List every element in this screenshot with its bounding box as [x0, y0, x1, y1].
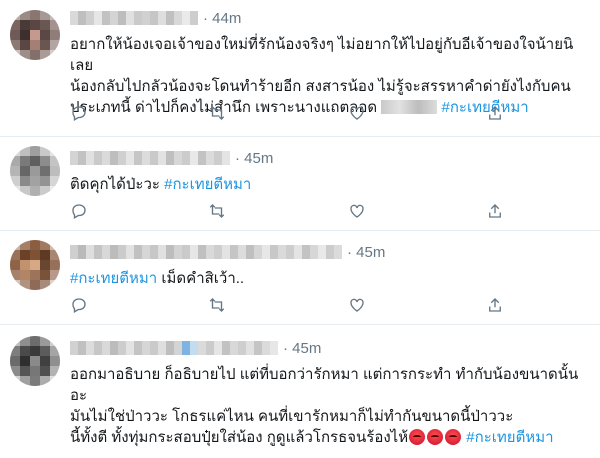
tweet-header: · 44m: [70, 8, 241, 28]
like-icon: [350, 298, 364, 312]
username-blurred[interactable]: [70, 11, 198, 25]
retweet-icon: [209, 106, 225, 120]
avatar-pixelated: [10, 240, 60, 290]
reply-icon: [72, 298, 86, 313]
tweet-header: · 45m: [70, 242, 385, 262]
time-label: 45m: [356, 243, 386, 261]
tweet-time[interactable]: · 45m: [347, 244, 385, 261]
angry-face-icon: [445, 429, 462, 445]
tweet[interactable]: · 45m ติดคุกได้ป่ะวะ #กะเทยตีหมา: [0, 136, 600, 231]
tweet-header: · 45m: [70, 148, 273, 168]
reply-button[interactable]: [70, 202, 90, 222]
avatar-pixelated: [10, 146, 60, 196]
avatar-pixelated: [10, 336, 60, 386]
like-button[interactable]: [348, 202, 368, 222]
share-icon: [489, 106, 501, 120]
tweet-text-line: อยากให้น้องเจอเจ้าของใหม่ที่รักน้องจริงๆ…: [70, 36, 574, 74]
hashtag-link[interactable]: #กะเทยตีหมา: [164, 176, 251, 193]
tweet-text: ติดคุกได้ป่ะวะ #กะเทยตีหมา: [70, 174, 590, 195]
tweet-time[interactable]: · 44m: [203, 10, 241, 27]
tweet-time[interactable]: · 45m: [283, 340, 321, 357]
reply-icon: [72, 204, 86, 219]
retweet-icon: [209, 298, 225, 312]
tweet-actions: [70, 296, 510, 316]
tweet-text-line: ติดคุกได้ป่ะวะ: [70, 176, 165, 193]
reply-icon: [72, 106, 86, 121]
username-blurred[interactable]: [70, 245, 342, 259]
tweet[interactable]: · 45m ออกมาอธิบาย ก็อธิบายไป แต่ที่บอกว่…: [0, 324, 600, 458]
like-button[interactable]: [348, 104, 368, 124]
tweet-text: #กะเทยตีหมา เม็ดคำสิเว้า..: [70, 268, 590, 289]
angry-face-icon: [409, 429, 426, 445]
avatar[interactable]: [10, 240, 60, 290]
tweet[interactable]: · 44m อยากให้น้องเจอเจ้าของใหม่ที่รักน้อ…: [0, 0, 600, 137]
tweet-text-line: เม็ดคำสิเว้า..: [157, 270, 245, 287]
retweet-button[interactable]: [208, 296, 228, 316]
avatar[interactable]: [10, 336, 60, 386]
share-button[interactable]: [486, 202, 506, 222]
share-icon: [489, 298, 501, 312]
reply-button[interactable]: [70, 104, 90, 124]
username-blurred[interactable]: [70, 341, 278, 355]
tweet-text-line: น้องกลับไปกลัวน้องจะโดนทำร้ายอีก สงสารน้…: [70, 78, 571, 95]
tweet-text-line: ออกมาอธิบาย ก็อธิบายไป แต่ที่บอกว่ารักหม…: [70, 366, 579, 404]
share-button[interactable]: [486, 296, 506, 316]
like-icon: [350, 106, 364, 120]
tweet-header: · 45m: [70, 338, 321, 358]
reply-button[interactable]: [70, 296, 90, 316]
tweet-text-line: มันไม่ใช่ป่าววะ โกธรแค่ไหน คนที่เขารักหม…: [70, 408, 514, 425]
angry-face-icon: [427, 429, 444, 445]
avatar-pixelated: [10, 10, 60, 60]
tweet[interactable]: · 45m #กะเทยตีหมา เม็ดคำสิเว้า..: [0, 230, 600, 325]
avatar[interactable]: [10, 146, 60, 196]
time-label: 45m: [292, 339, 322, 357]
avatar[interactable]: [10, 10, 60, 60]
hashtag-link[interactable]: #กะเทยตีหมา: [466, 429, 553, 446]
time-label: 44m: [212, 9, 242, 27]
share-icon: [489, 204, 501, 218]
hashtag-link[interactable]: #กะเทยตีหมา: [70, 270, 157, 287]
tweet-text-line: นี้ทั้งตี ทั้งทุ่มกระสอบปุ๋ยใส่น้อง กูดู…: [70, 429, 409, 446]
tweet-text: ออกมาอธิบาย ก็อธิบายไป แต่ที่บอกว่ารักหม…: [70, 364, 590, 448]
retweet-button[interactable]: [208, 104, 228, 124]
tweet-feed: · 44m อยากให้น้องเจอเจ้าของใหม่ที่รักน้อ…: [0, 0, 600, 458]
tweet-time[interactable]: · 45m: [235, 150, 273, 167]
tweet-actions: [70, 202, 510, 222]
retweet-icon: [209, 204, 225, 218]
like-icon: [350, 204, 364, 218]
tweet-actions: [70, 104, 510, 124]
username-blurred[interactable]: [70, 151, 230, 165]
time-label: 45m: [244, 149, 274, 167]
share-button[interactable]: [486, 104, 506, 124]
like-button[interactable]: [348, 296, 368, 316]
retweet-button[interactable]: [208, 202, 228, 222]
